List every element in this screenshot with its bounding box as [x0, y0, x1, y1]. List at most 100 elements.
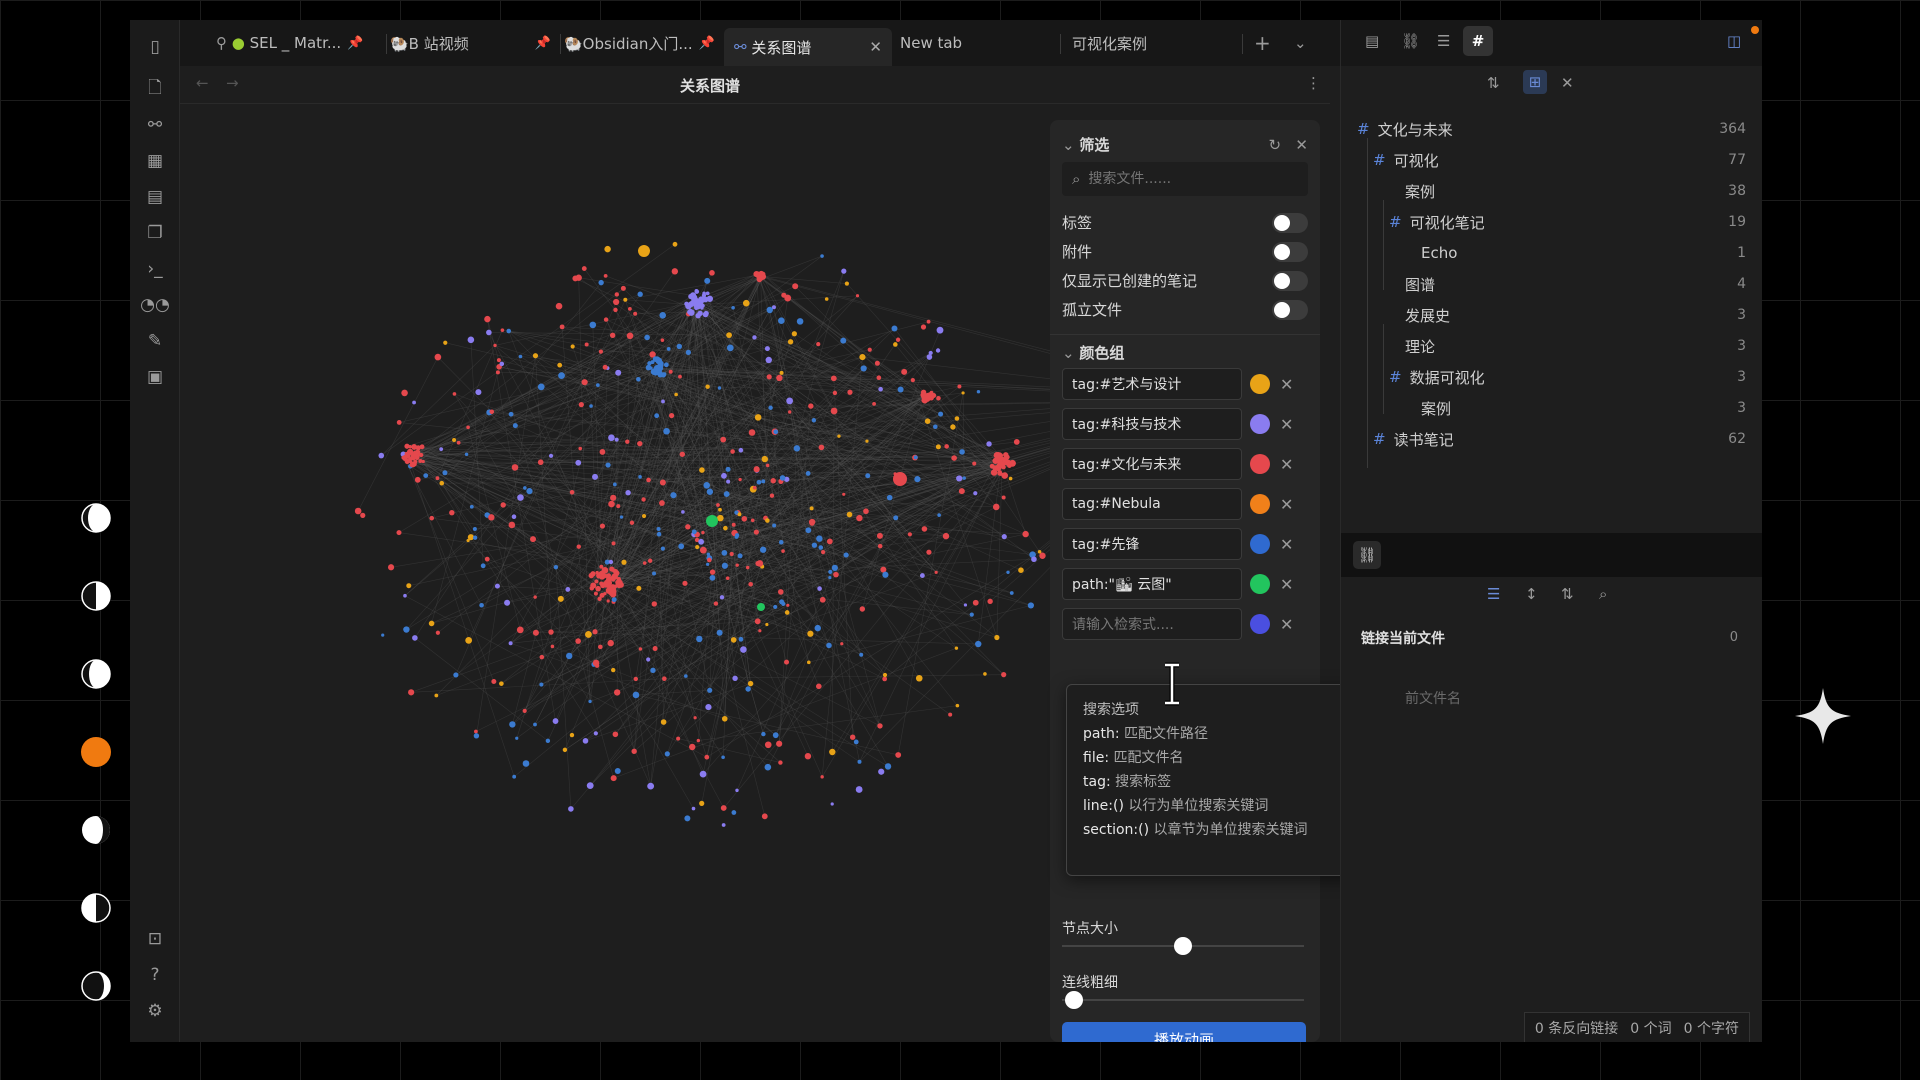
graph-node[interactable] — [820, 254, 824, 258]
graph-node[interactable] — [603, 573, 608, 578]
graph-node[interactable] — [814, 624, 821, 632]
graph-node[interactable] — [659, 500, 665, 506]
graph-hub-node[interactable] — [706, 515, 718, 527]
graph-node[interactable] — [957, 384, 962, 389]
graph-node[interactable] — [910, 378, 915, 383]
graph-node[interactable] — [479, 602, 484, 608]
graph-node[interactable] — [755, 560, 761, 567]
graph-node[interactable] — [729, 551, 734, 557]
graph-node[interactable] — [589, 404, 593, 408]
search-option-item[interactable]: line:() 以行为单位搜索关键词 — [1083, 795, 1268, 815]
graph-node[interactable] — [515, 736, 519, 740]
graph-node[interactable] — [704, 754, 710, 760]
link-icon[interactable]: ⛓ — [1401, 32, 1420, 50]
graph-node[interactable] — [784, 610, 790, 615]
graph-node[interactable] — [557, 595, 564, 602]
graph-node[interactable] — [821, 550, 826, 555]
graph-node[interactable] — [412, 635, 418, 641]
graph-node[interactable] — [934, 570, 938, 574]
graph-node[interactable] — [613, 689, 621, 696]
graph-node[interactable] — [412, 400, 416, 405]
graph-node[interactable] — [466, 538, 470, 543]
graph-node[interactable] — [734, 534, 739, 539]
graph-node[interactable] — [636, 376, 641, 382]
graph-node[interactable] — [705, 291, 710, 296]
search-option-item[interactable]: section:() 以章节为单位搜索关键词 — [1083, 819, 1308, 839]
graph-node[interactable] — [950, 424, 956, 430]
existing-only-toggle[interactable] — [1272, 270, 1308, 291]
graph-node[interactable] — [669, 412, 675, 419]
graph-node[interactable] — [678, 374, 682, 379]
graph-node[interactable] — [718, 507, 722, 512]
graph-node[interactable] — [466, 425, 470, 430]
graph-node[interactable] — [713, 601, 719, 606]
graph-node[interactable] — [600, 582, 606, 589]
graph-node[interactable] — [840, 337, 847, 344]
graph-node[interactable] — [856, 514, 863, 522]
tag-tree-item[interactable]: # 可视化笔记 19 — [1341, 207, 1746, 237]
graph-node[interactable] — [804, 752, 812, 760]
graph-node[interactable] — [499, 361, 505, 367]
graph-node[interactable] — [607, 639, 614, 647]
graph-node[interactable] — [877, 723, 883, 729]
graph-node[interactable] — [766, 374, 772, 380]
graph-node[interactable] — [828, 569, 833, 574]
graph-node[interactable] — [660, 546, 665, 551]
graph-node[interactable] — [605, 587, 613, 594]
graph-node[interactable] — [603, 591, 607, 596]
graph-node[interactable] — [919, 573, 925, 578]
graph-node[interactable] — [625, 490, 631, 496]
graph-node[interactable] — [741, 516, 748, 522]
graph-node[interactable] — [761, 813, 768, 820]
graph-node[interactable] — [721, 549, 728, 556]
graph-node[interactable] — [699, 800, 705, 806]
graph-node[interactable] — [396, 530, 402, 536]
graph-node[interactable] — [731, 522, 736, 527]
graph-node[interactable] — [809, 506, 814, 511]
tab-new[interactable]: New tab — [900, 28, 1060, 58]
tag-tree-item[interactable]: 案例 3 — [1341, 393, 1746, 423]
graph-node[interactable] — [771, 305, 776, 310]
graph-hub-node[interactable] — [757, 603, 765, 611]
search-files-field[interactable]: ⌕ — [1062, 162, 1308, 196]
graph-node[interactable] — [662, 676, 667, 682]
graph-node[interactable] — [705, 384, 710, 389]
graph-node[interactable] — [609, 332, 616, 339]
graph-node[interactable] — [495, 370, 500, 375]
graph-node[interactable] — [548, 629, 554, 635]
graph-node[interactable] — [703, 481, 711, 489]
graph-node[interactable] — [1031, 556, 1037, 563]
graph-node[interactable] — [754, 618, 761, 625]
graph-node[interactable] — [776, 374, 783, 382]
graph-node[interactable] — [992, 503, 1000, 511]
remove-group-icon[interactable]: ✕ — [1280, 375, 1293, 394]
graph-node[interactable] — [840, 642, 844, 646]
graph-node[interactable] — [523, 486, 527, 490]
backlinks-icon[interactable]: ⛓ — [1353, 541, 1381, 569]
graph-node[interactable] — [948, 712, 953, 717]
terminal-icon[interactable]: ›_ — [142, 256, 168, 282]
graph-node[interactable] — [668, 369, 673, 374]
graph-node[interactable] — [613, 298, 620, 306]
expand-icon[interactable]: ↕ — [1525, 585, 1538, 603]
graph-node[interactable] — [1003, 452, 1009, 458]
graph-node[interactable] — [506, 328, 512, 334]
graph-node[interactable] — [723, 525, 728, 531]
graph-node[interactable] — [859, 353, 866, 361]
graph-node[interactable] — [1011, 462, 1015, 466]
graph-node[interactable] — [756, 479, 762, 485]
graph-node[interactable] — [614, 437, 619, 442]
graph-node[interactable] — [709, 270, 715, 276]
graph-node[interactable] — [720, 805, 727, 811]
graph-node[interactable] — [1037, 549, 1042, 554]
graph-node[interactable] — [841, 268, 847, 274]
graph-node[interactable] — [681, 510, 685, 514]
graph-node[interactable] — [605, 577, 611, 583]
graph-node[interactable] — [659, 311, 667, 319]
graph-node[interactable] — [706, 295, 714, 302]
graph-node[interactable] — [558, 372, 565, 380]
graph-node[interactable] — [921, 526, 928, 532]
graph-node[interactable] — [882, 571, 889, 578]
graph-node[interactable] — [688, 301, 695, 308]
graph-node[interactable] — [642, 561, 647, 565]
